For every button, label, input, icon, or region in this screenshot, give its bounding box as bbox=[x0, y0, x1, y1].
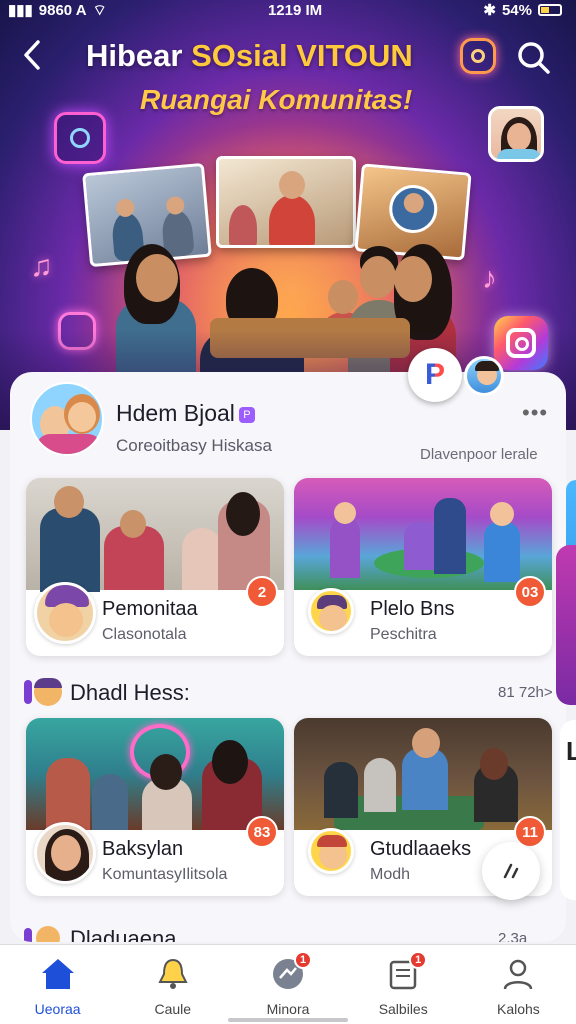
nav-label: Caule bbox=[154, 1001, 192, 1017]
brand-badge-letter: P bbox=[424, 358, 445, 391]
card-title: Plelo Bns bbox=[370, 598, 455, 620]
nav-profile[interactable]: Kalohs bbox=[461, 945, 576, 1024]
battery-icon bbox=[538, 4, 562, 16]
nav-home[interactable]: Ueoraa bbox=[0, 945, 115, 1024]
nav-messages[interactable]: 1 Minora bbox=[230, 945, 345, 1024]
card-image bbox=[294, 478, 552, 590]
profile-name: Hdem Bjoal P bbox=[116, 400, 255, 427]
community-card[interactable]: Pemonitaa Clasonotala 2 bbox=[26, 478, 284, 656]
photo-frame-friends bbox=[216, 156, 356, 248]
card-avatar bbox=[308, 828, 354, 874]
instagram-badge-icon[interactable] bbox=[494, 316, 548, 370]
status-bar: ▮▮▮ 9860 A ⌔ 1219 IM ✱ 54% bbox=[0, 0, 576, 20]
section-emoji-icon bbox=[24, 678, 64, 706]
side-card-letter: L bbox=[566, 736, 576, 766]
card-subtitle: Clasonotala bbox=[102, 626, 187, 643]
notification-badge: 1 bbox=[409, 951, 428, 969]
profile-subtitle: Coreoitbasy Hiskasa bbox=[116, 436, 272, 455]
title-part1: Hibear bbox=[86, 38, 192, 73]
section-header: Dhadl Hess: 81 72h> bbox=[24, 678, 553, 708]
section-see-all-link-2[interactable]: 2.3a bbox=[498, 930, 527, 942]
nav-activities[interactable]: 1 Salbiles bbox=[346, 945, 461, 1024]
edit-icon bbox=[503, 863, 519, 879]
camera-neon-icon bbox=[54, 112, 106, 164]
section-title-2: Dladuaena bbox=[70, 926, 177, 942]
home-icon bbox=[38, 955, 78, 993]
search-icon bbox=[518, 42, 550, 74]
search-button[interactable] bbox=[514, 38, 554, 78]
home-indicator bbox=[228, 1018, 348, 1022]
bell-icon bbox=[153, 955, 193, 993]
community-card[interactable]: Plelo Bns Peschitra 03 bbox=[294, 478, 552, 656]
section-see-all-link[interactable]: 81 72h> bbox=[498, 684, 553, 701]
nav-label: Salbiles bbox=[378, 1001, 428, 1017]
music-note-icon: ♫ bbox=[30, 250, 53, 283]
card-subtitle: Modh bbox=[370, 866, 411, 883]
card-image bbox=[26, 718, 284, 830]
title-part2: SOsial VITOUN bbox=[191, 38, 413, 73]
user-avatar[interactable] bbox=[488, 106, 544, 162]
count-badge: 2 bbox=[246, 576, 278, 608]
more-options-button[interactable]: ••• bbox=[522, 400, 548, 426]
card-title: Baksylan bbox=[102, 838, 184, 860]
count-badge: 83 bbox=[246, 816, 278, 848]
section-header-2: Dladuaena 2.3a bbox=[24, 924, 544, 942]
community-panel: Hdem Bjoal P Coreoitbasy Hiskasa ••• Dlav… bbox=[10, 372, 566, 942]
discover-link[interactable]: Dlavenpoor lerale bbox=[420, 446, 538, 463]
status-time: 1219 IM bbox=[267, 1, 323, 19]
verified-badge-icon: P bbox=[238, 406, 255, 423]
chevron-left-icon bbox=[24, 40, 40, 70]
section-title: Dhadl Hess: bbox=[70, 680, 190, 705]
notification-badge: 1 bbox=[294, 951, 312, 969]
card-avatar bbox=[34, 822, 96, 884]
nav-community[interactable]: Caule bbox=[115, 945, 230, 1024]
community-card[interactable]: Baksylan KomuntasyIlitsola 83 bbox=[26, 718, 284, 896]
profile-avatar[interactable] bbox=[30, 382, 104, 456]
card-subtitle: Peschitra bbox=[370, 626, 437, 643]
bluetooth-icon: ✱ bbox=[483, 2, 496, 19]
card-image bbox=[294, 718, 552, 830]
nav-label: Kalohs bbox=[497, 1001, 540, 1017]
card-title: Gtudlaaeks bbox=[370, 838, 472, 860]
instagram-icon[interactable] bbox=[460, 38, 496, 74]
inbox-icon: 1 bbox=[383, 951, 428, 993]
page-subtitle: Ruangai Komunitas! bbox=[140, 84, 413, 115]
side-card-peek[interactable] bbox=[556, 545, 576, 705]
profile-icon bbox=[498, 955, 538, 993]
signal-icon: ▮▮▮ bbox=[8, 2, 33, 19]
card-title: Pemonitaa bbox=[102, 598, 198, 620]
count-badge: 03 bbox=[514, 576, 546, 608]
card-avatar bbox=[34, 582, 96, 644]
compose-button[interactable] bbox=[482, 842, 540, 900]
status-carrier: 9860 A bbox=[38, 1, 87, 19]
chat-icon: 1 bbox=[268, 951, 312, 993]
back-button[interactable] bbox=[20, 38, 50, 74]
card-subtitle: KomuntasyIlitsola bbox=[102, 866, 228, 883]
nav-label: Minora bbox=[266, 1001, 310, 1017]
music-note-icon: ♪ bbox=[482, 262, 497, 295]
brand-badge-icon[interactable]: P bbox=[408, 348, 462, 402]
nav-label: Ueoraa bbox=[34, 1001, 81, 1017]
card-avatar bbox=[308, 588, 354, 634]
battery-percent: 54% bbox=[501, 1, 532, 19]
friend-avatar[interactable] bbox=[464, 356, 504, 396]
page-title: Hibear SOsial VITOUN bbox=[86, 38, 413, 74]
card-image bbox=[26, 478, 284, 592]
wifi-icon: ⌔ bbox=[92, 1, 107, 19]
bottom-navigation: Ueoraa Caule 1 Minora 1 Salbiles Kalohs bbox=[0, 944, 576, 1024]
